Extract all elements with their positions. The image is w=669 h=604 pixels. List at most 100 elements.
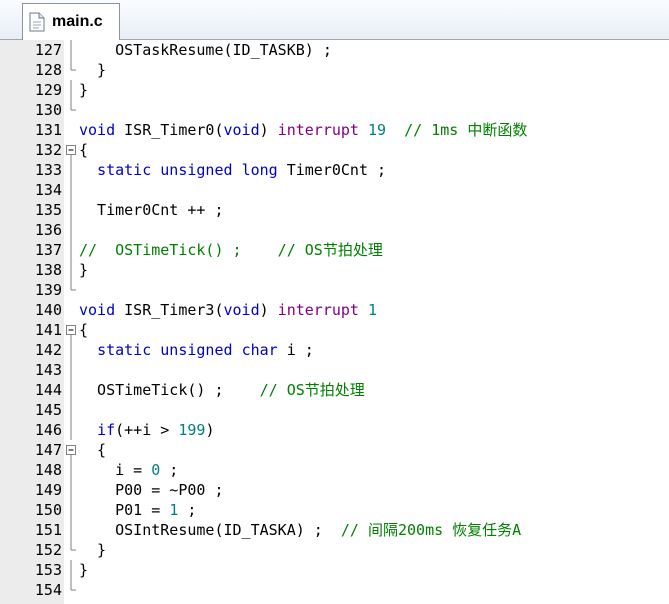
line-number: 133: [34, 161, 62, 179]
code-line[interactable]: 147 {: [0, 440, 669, 460]
code-text: {: [79, 440, 106, 460]
code-token: ): [259, 121, 278, 139]
fold-guide: [70, 460, 72, 480]
line-number: 135: [34, 201, 62, 219]
code-token: P00 = ~P00 ;: [79, 481, 224, 499]
line-number: 134: [34, 181, 62, 199]
code-keyword: unsigned: [160, 161, 233, 179]
fold-toggle-icon[interactable]: [64, 140, 78, 160]
fold-guide: [70, 540, 76, 551]
fold-guide: [70, 240, 72, 260]
code-editor[interactable]: 127 OSTaskResume(ID_TASKB) ; 128 } 129} 130…: [0, 40, 669, 604]
code-line[interactable]: 142 static unsigned char i ;: [0, 340, 669, 360]
code-text: OSTimeTick() ; // OS节拍处理: [79, 380, 365, 400]
code-line[interactable]: 129}: [0, 80, 669, 100]
code-text: }: [79, 260, 88, 280]
code-token: P01 =: [79, 501, 170, 519]
code-comment: // 1ms 中断函数: [386, 121, 528, 139]
code-keyword: void: [79, 121, 116, 139]
code-line[interactable]: 154: [0, 580, 669, 600]
line-number: 141: [34, 321, 62, 339]
code-line[interactable]: 146 if(++i > 199): [0, 420, 669, 440]
code-keyword: if: [97, 421, 116, 439]
tab-main-c[interactable]: main.c: [22, 3, 120, 40]
code-line[interactable]: 149 P00 = ~P00 ;: [0, 480, 669, 500]
code-line[interactable]: 138}: [0, 260, 669, 280]
code-line[interactable]: 143: [0, 360, 669, 380]
code-line[interactable]: 137 // OSTimeTick() ; // OS节拍处理: [0, 240, 669, 260]
fold-toggle-icon[interactable]: [64, 440, 78, 460]
line-number: 149: [34, 481, 62, 499]
line-number: 139: [34, 281, 62, 299]
code-text: }: [79, 80, 88, 100]
tab-title: main.c: [52, 13, 103, 30]
code-line[interactable]: 145: [0, 400, 669, 420]
code-keyword: char: [241, 341, 278, 359]
code-line[interactable]: 131 void ISR_Timer0(void) interrupt 19 //…: [0, 120, 669, 140]
line-number: 153: [34, 561, 62, 579]
code-comment: // OSTimeTick() ; // OS节拍处理: [79, 241, 383, 259]
code-line[interactable]: 151 OSIntResume(ID_TASKA) ; // 间隔200ms 恢…: [0, 520, 669, 540]
code-number: 1: [368, 301, 378, 319]
code-text: OSTaskResume(ID_TASKB) ;: [79, 40, 332, 60]
fold-guide: [70, 580, 76, 591]
code-line[interactable]: 139: [0, 280, 669, 300]
line-number: 128: [34, 61, 62, 79]
code-keyword: interrupt: [277, 121, 359, 139]
fold-guide: [70, 480, 72, 500]
line-number: 140: [34, 301, 62, 319]
code-number: 199: [178, 421, 206, 439]
code-line[interactable]: 128 }: [0, 60, 669, 80]
tab-bar: main.c: [0, 0, 669, 40]
code-token: ISR_Timer3(: [115, 301, 224, 319]
line-number: 146: [34, 421, 62, 439]
fold-guide: [70, 400, 72, 420]
code-line[interactable]: 153}: [0, 560, 669, 580]
code-line[interactable]: 144 OSTimeTick() ; // OS节拍处理: [0, 380, 669, 400]
code-text: }: [79, 60, 106, 80]
fold-guide: [70, 420, 72, 440]
code-line[interactable]: 152 }: [0, 540, 669, 560]
fold-guide: [70, 280, 76, 291]
fold-guide: [70, 380, 72, 400]
code-text: {: [79, 320, 88, 340]
code-comment: // OS节拍处理: [259, 381, 365, 399]
line-number: 130: [34, 101, 62, 119]
code-line[interactable]: 140 void ISR_Timer3(void) interrupt 1: [0, 300, 669, 320]
code-text: P01 = 1 ;: [79, 500, 196, 520]
fold-toggle-icon[interactable]: [64, 320, 78, 340]
code-keyword: long: [241, 161, 278, 179]
code-line[interactable]: 136: [0, 220, 669, 240]
code-text: static unsigned char i ;: [79, 340, 314, 360]
code-text: OSIntResume(ID_TASKA) ; // 间隔200ms 恢复任务A: [79, 520, 521, 540]
code-keyword: static: [97, 161, 152, 179]
code-token: ): [259, 301, 278, 319]
code-line[interactable]: 150 P01 = 1 ;: [0, 500, 669, 520]
code-number: 19: [368, 121, 387, 139]
code-line[interactable]: 130: [0, 100, 669, 120]
fold-guide: [70, 220, 72, 240]
fold-guide: [70, 260, 72, 280]
code-token: }: [79, 261, 89, 279]
code-line[interactable]: 141 {: [0, 320, 669, 340]
code-token: }: [79, 81, 89, 99]
code-line[interactable]: 135 Timer0Cnt ++ ;: [0, 200, 669, 220]
line-number: 154: [34, 581, 62, 599]
line-number: 131: [34, 121, 62, 139]
code-line[interactable]: 148 i = 0 ;: [0, 460, 669, 480]
code-text: }: [79, 560, 88, 580]
code-line[interactable]: 127 OSTaskResume(ID_TASKB) ;: [0, 40, 669, 60]
code-line[interactable]: 134: [0, 180, 669, 200]
code-number: 1: [169, 501, 179, 519]
code-line[interactable]: 132 {: [0, 140, 669, 160]
code-line[interactable]: 133 static unsigned long Timer0Cnt ;: [0, 160, 669, 180]
code-text: // OSTimeTick() ; // OS节拍处理: [79, 240, 383, 260]
fold-guide: [70, 360, 72, 380]
code-token: OSTaskResume(ID_TASKB) ;: [79, 41, 332, 59]
